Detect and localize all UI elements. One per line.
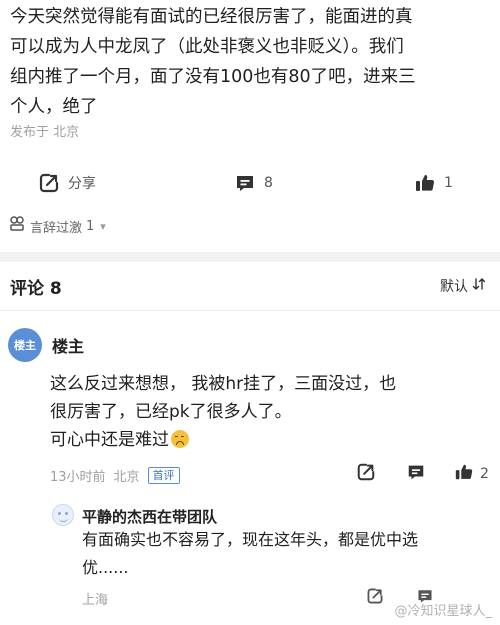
comment-button[interactable]: 8 <box>234 166 273 200</box>
reply-avatar[interactable] <box>52 504 74 526</box>
avatar[interactable]: 楼主 <box>8 328 42 362</box>
comment-meta: 13小时前 北京 首评 <box>50 466 180 485</box>
thumbs-up-icon <box>454 462 474 486</box>
comment-icon <box>406 462 426 486</box>
first-comment-badge: 首评 <box>147 467 180 484</box>
share-icon <box>38 172 60 194</box>
reply-body-line: 优...... <box>82 558 129 577</box>
divider <box>0 310 500 311</box>
post-body-line: 组内推了一个月，面了没有100也有80了吧，进来三 <box>10 67 416 87</box>
comment-like-count: 2 <box>480 466 489 482</box>
share-icon <box>356 462 376 486</box>
share-icon <box>366 587 384 609</box>
comment-share-button[interactable] <box>356 462 376 486</box>
comment-body-line: 很厉害了，已经pk了很多人了。 <box>50 402 292 422</box>
sort-icon <box>472 277 486 295</box>
thumbs-up-icon <box>414 172 436 194</box>
watermark-text: @冷知识星球人_ <box>394 604 492 619</box>
post-location: 发布于 北京 <box>10 125 80 140</box>
comment-body-line: 这么反过来想想， 我被hr挂了，三面没过，也 <box>50 374 397 394</box>
comments-header: 评论 8 默认 <box>0 266 500 306</box>
post-body: 今天突然觉得能有面试的已经很厉害了，能面进的真 可以成为人中龙凤了（此处非褒义也… <box>10 2 496 122</box>
section-divider <box>0 252 500 262</box>
reply-author[interactable]: 平静的杰西在带团队 <box>82 506 217 527</box>
post-body-line: 可以成为人中龙凤了（此处非褒义也非贬义）。我们 <box>10 37 404 57</box>
like-count: 1 <box>444 175 453 191</box>
comments-title: 评论 8 <box>10 279 62 299</box>
chevron-down-icon: ▾ <box>100 219 106 233</box>
reply-share-button[interactable] <box>366 586 384 610</box>
like-button[interactable]: 1 <box>414 166 453 200</box>
debate-icon <box>8 215 26 237</box>
post-body-line: 今天突然觉得能有面试的已经很厉害了，能面进的真 <box>10 7 413 27</box>
reply-body: 有面确实也不容易了，现在这年头，都是优中选 优...... <box>82 526 492 582</box>
comment-location: 北京 <box>113 470 140 485</box>
sad-face-icon <box>171 430 189 448</box>
comment-icon <box>234 172 256 194</box>
comment-author[interactable]: 楼主 <box>52 333 84 357</box>
share-label: 分享 <box>68 176 96 192</box>
debate-label: 言辞过激 <box>30 220 83 236</box>
comment-body: 这么反过来想想， 我被hr挂了，三面没过，也 很厉害了，已经pk了很多人了。 可… <box>50 370 490 454</box>
reply-location: 上海 <box>82 593 109 608</box>
share-button[interactable]: 分享 <box>38 166 96 200</box>
comment-body-line: 可心中还是难过 <box>50 430 169 450</box>
watermark: @冷知识星球人_ <box>394 600 492 619</box>
sort-dropdown[interactable]: 默认 <box>440 276 486 296</box>
comment-count: 8 <box>264 175 273 191</box>
comment-like-button[interactable]: 2 <box>454 462 489 486</box>
comment-body-line-with-emoji: 可心中还是难过 <box>50 426 490 454</box>
comment-time: 13小时前 <box>50 470 106 485</box>
post-card: 今天突然觉得能有面试的已经很厉害了，能面进的真 可以成为人中龙凤了（此处非褒义也… <box>0 0 500 252</box>
reply-body-line: 有面确实也不容易了，现在这年头，都是优中选 <box>82 530 419 549</box>
debate-tag[interactable]: 言辞过激 1 ▾ <box>8 214 106 238</box>
sort-label: 默认 <box>440 279 468 295</box>
debate-count: 1 <box>86 218 95 234</box>
comment-reply-button[interactable] <box>406 462 426 486</box>
post-body-line: 个人，绝了 <box>10 97 98 117</box>
post-action-bar: 分享 8 1 <box>0 166 500 200</box>
